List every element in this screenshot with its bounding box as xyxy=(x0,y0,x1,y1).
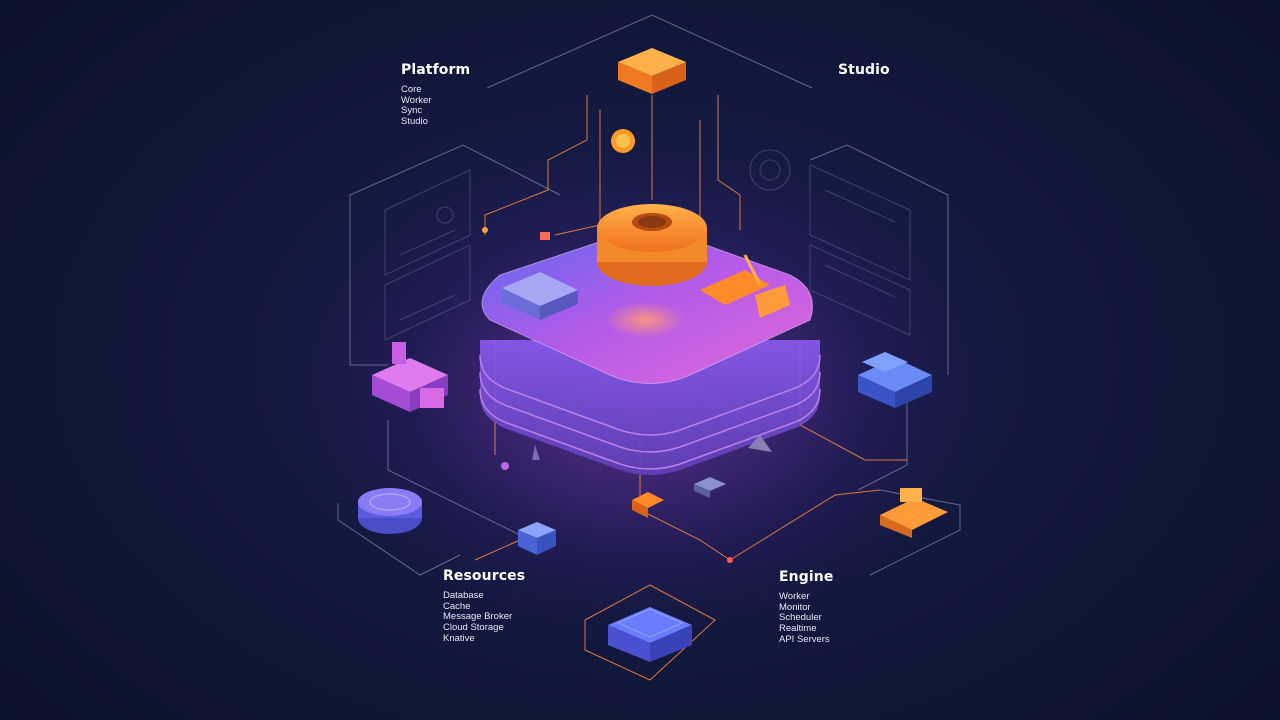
engine-group: Engine Worker Monitor Scheduler Realtime… xyxy=(779,569,833,646)
gear-ring-icon xyxy=(597,204,707,286)
chip-icon xyxy=(608,607,692,662)
diagram-canvas xyxy=(337,14,961,681)
coin-icon xyxy=(611,129,635,153)
platform-list: Core Worker Sync Studio xyxy=(401,84,470,128)
list-item: Studio xyxy=(401,116,428,128)
list-item: API Servers xyxy=(779,633,830,645)
resources-heading: Resources xyxy=(443,568,526,584)
list-item: Knative xyxy=(443,632,475,644)
robot-icon xyxy=(632,492,664,518)
engine-heading: Engine xyxy=(779,569,834,585)
platform-group: Platform Core Worker Sync Studio xyxy=(401,62,470,128)
cache-icon xyxy=(518,522,556,555)
architecture-diagram: Platform Core Worker Sync Studio Studio … xyxy=(0,0,1280,720)
engine-list: Worker Monitor Scheduler Realtime API Se… xyxy=(779,591,833,646)
platform-heading: Platform xyxy=(401,62,471,78)
schematic-left xyxy=(384,169,471,341)
engine-machine-icon xyxy=(880,488,948,538)
cube-cluster-icon xyxy=(372,342,448,412)
resources-group: Resources Database Cache Message Broker … xyxy=(443,568,525,645)
storage-icon xyxy=(858,352,932,408)
resources-list: Database Cache Message Broker Cloud Stor… xyxy=(443,590,525,645)
studio-heading: Studio xyxy=(838,62,890,78)
studio-group: Studio xyxy=(838,62,890,85)
small-box-icon xyxy=(694,477,726,498)
top-cube-icon xyxy=(618,48,686,94)
database-icon xyxy=(358,488,422,534)
